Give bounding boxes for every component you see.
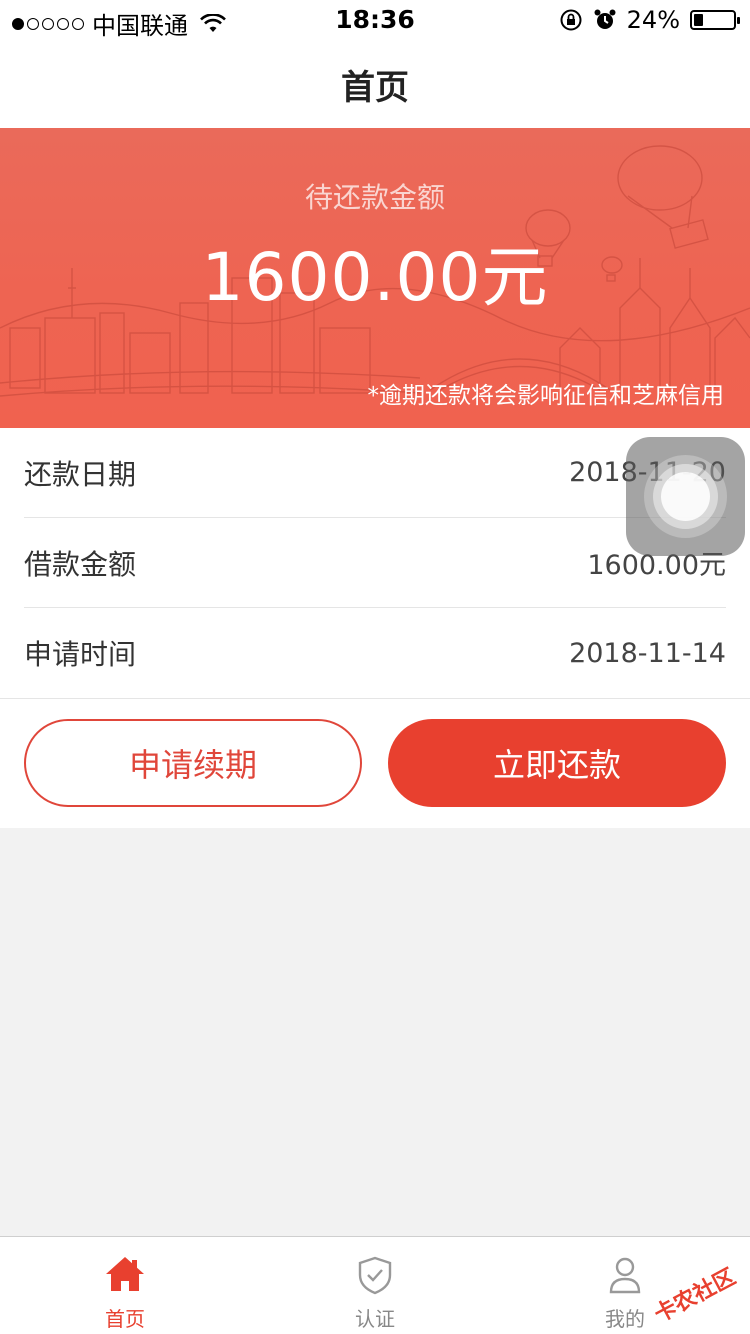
tab-home[interactable]: 首页: [0, 1237, 250, 1334]
tab-bar: 首页 认证 我的: [0, 1236, 750, 1334]
app-screen: 中国联通 18:36 24% 首页 待还款金额 1600.00元 *逾期还款将会…: [0, 0, 750, 1334]
status-left: 中国联通: [12, 6, 226, 41]
shield-check-icon: [358, 1256, 392, 1295]
battery-percent: 24%: [626, 6, 680, 34]
tab-label: 我的: [605, 1307, 645, 1331]
signal-strength-icon: [12, 17, 84, 30]
alarm-icon: [594, 9, 616, 29]
carrier-name: 中国联通: [92, 12, 188, 40]
status-right: 24%: [559, 6, 740, 34]
nav-header: 首页: [0, 40, 750, 128]
action-bar: 申请续期 立即还款: [0, 698, 750, 828]
info-label: 借款金额: [24, 547, 137, 581]
tab-label: 首页: [105, 1307, 145, 1331]
battery-level: [694, 14, 704, 26]
home-icon: [106, 1257, 144, 1291]
rotation-lock-icon: [560, 9, 582, 31]
person-icon: [609, 1257, 641, 1294]
apply-extension-button[interactable]: 申请续期: [24, 719, 362, 807]
info-row-apply-time: 申请时间 2018-11-14: [24, 608, 726, 698]
repay-now-button[interactable]: 立即还款: [388, 719, 726, 807]
info-label: 还款日期: [24, 457, 137, 491]
overdue-warning-note: *逾期还款将会影响征信和芝麻信用: [367, 383, 725, 409]
pending-amount-label: 待还款金额: [304, 181, 445, 214]
battery-icon: [690, 10, 740, 30]
tab-label: 认证: [355, 1307, 395, 1331]
wifi-icon: [200, 13, 226, 32]
tab-verify[interactable]: 认证: [250, 1237, 500, 1334]
info-row-repayment-date: 还款日期 2018-11-20: [24, 428, 726, 518]
status-bar: 中国联通 18:36 24%: [0, 0, 750, 40]
page-title: 首页: [341, 67, 409, 108]
assistive-touch-button[interactable]: [626, 437, 745, 556]
repayment-banner: 待还款金额 1600.00元 *逾期还款将会影响征信和芝麻信用: [0, 128, 750, 428]
pending-amount-value: 1600.00元: [201, 239, 549, 316]
info-label: 申请时间: [24, 638, 137, 671]
info-row-loan-amount: 借款金额 1600.00元: [24, 518, 726, 608]
info-value: 2018-11-14: [569, 637, 726, 669]
